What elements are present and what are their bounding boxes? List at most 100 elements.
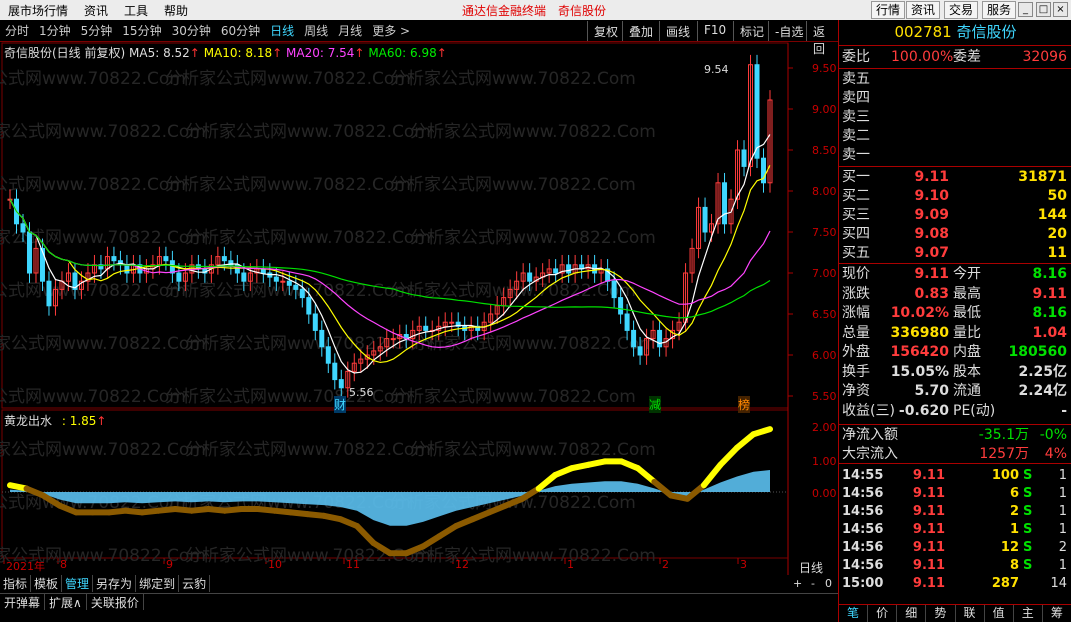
stat-value: 336980	[890, 324, 949, 341]
stat-value: 180560	[1008, 344, 1067, 360]
indicator-line	[717, 444, 740, 468]
app-window: 展市场行情 资讯 工具 帮助 通达信金融终端 奇信股份 行情 资讯 交易 服务 _…	[0, 0, 1071, 622]
candle-body	[293, 284, 299, 290]
tab-save-as[interactable]: 另存为	[93, 575, 137, 592]
buy-volume: 144	[1037, 207, 1067, 223]
y-tick: 9.00	[812, 103, 837, 116]
tab-bind[interactable]: 绑定到	[136, 575, 180, 592]
y-tick: 5.50	[812, 390, 837, 403]
y-tick: 7.50	[812, 226, 837, 239]
service-button[interactable]: 服务	[982, 1, 1017, 19]
tab-manage[interactable]: 管理	[62, 575, 94, 592]
tab-extend[interactable]: 扩展∧	[45, 594, 87, 610]
watermark-text: 分析家公式网www.70822.Com	[390, 69, 636, 89]
tab-cloud[interactable]: 云豹	[179, 575, 211, 592]
candle-body	[624, 313, 630, 331]
candle-body	[423, 325, 429, 331]
maximize-icon[interactable]: □	[1036, 2, 1051, 17]
quote-tab[interactable]: 笔	[839, 605, 869, 622]
chart-title: 奇信股份(日线 前复权)	[4, 46, 126, 60]
stock-title: 奇信股份	[558, 4, 607, 18]
trade-button[interactable]: 交易	[944, 1, 979, 19]
flow-pct: 4%	[1044, 446, 1067, 462]
tick-volume: 6	[1009, 486, 1019, 501]
flow-label: 净流入额	[842, 427, 898, 443]
quote-panel: 002781 奇信股份 委比 100.00% 委差 32096 卖五 卖四 卖三 卖二…	[838, 20, 1071, 622]
candle-body	[221, 256, 227, 262]
ma20-line	[9, 198, 771, 349]
quote-tab[interactable]: 筹	[1043, 605, 1071, 622]
stat-value: 156420	[890, 344, 949, 360]
watermark-text: 分析家公式网www.70822.Com	[0, 69, 186, 89]
menu-help[interactable]: 帮助	[156, 2, 196, 19]
event-marker-reduce[interactable]: 减	[649, 396, 662, 413]
event-marker-finance[interactable]: 财	[334, 396, 347, 413]
stat-row: 换手 15.05% 股本 2.25亿	[839, 363, 1071, 382]
tick-volume: 8	[1009, 558, 1019, 573]
buy-label: 买二	[842, 188, 870, 204]
menu-tools[interactable]: 工具	[116, 2, 156, 19]
candle-body	[26, 231, 32, 274]
sell-row: 卖四	[839, 89, 1071, 108]
tick-volume: 1	[1009, 522, 1019, 537]
tick-time: 15:00	[842, 576, 884, 591]
quote-tab[interactable]: 势	[926, 605, 956, 622]
stat-value: 1.04	[1032, 324, 1067, 341]
news-button[interactable]: 资讯	[906, 1, 941, 19]
menu-news[interactable]: 资讯	[76, 2, 116, 19]
period-label: 日线	[799, 561, 824, 575]
stat-label: 内盘	[953, 344, 981, 360]
tab-related-quote[interactable]: 关联报价	[87, 594, 144, 610]
close-icon[interactable]: ×	[1053, 2, 1068, 17]
candle-body	[702, 206, 708, 233]
sell-row: 卖二	[839, 127, 1071, 146]
tab-indicator[interactable]: 指标	[0, 575, 32, 592]
stat-row: 现价 9.11 今开 8.16	[839, 265, 1071, 284]
x-tick: 3	[740, 558, 747, 571]
ind-y-tick: 0.00	[812, 487, 837, 500]
menu-market[interactable]: 展市场行情	[0, 2, 76, 19]
tab-template[interactable]: 模板	[31, 575, 63, 592]
stat-label: 量比	[953, 324, 981, 341]
quote-tab[interactable]: 主	[1014, 605, 1043, 622]
watermark-text: 分析家公式网www.70822.Com	[410, 440, 656, 460]
quote-tab[interactable]: 价	[868, 605, 898, 622]
indicator-name: 黄龙出水	[4, 414, 53, 428]
watermark-text: 分析家公式网www.70822.Com	[410, 546, 656, 566]
candle-body	[299, 288, 305, 299]
stat-label: 现价	[842, 266, 870, 282]
stat-label: 收益(三)	[842, 402, 895, 419]
tick-time: 14:56	[842, 522, 884, 537]
tick-side: S	[1023, 540, 1033, 555]
quote-tab[interactable]: 联	[956, 605, 985, 622]
watermark-text: 分析家公式网www.70822.Com	[410, 334, 656, 354]
ind-y-tick: 1.00	[812, 455, 837, 468]
tick-row: 14:56 9.11 8 S 1	[839, 556, 1071, 575]
quote-button[interactable]: 行情	[871, 1, 906, 19]
minimize-icon[interactable]: _	[1018, 2, 1033, 17]
stat-row: 涨幅 10.02% 最低 8.16	[839, 304, 1071, 323]
flow-pct: -0%	[1039, 427, 1067, 443]
indicator-line	[750, 426, 773, 438]
candle-body	[111, 256, 117, 262]
stat-label: 总量	[842, 324, 870, 341]
quote-tab[interactable]: 值	[985, 605, 1014, 622]
sell-label: 卖五	[842, 71, 870, 87]
ma20-label: MA20: 7.54	[286, 46, 355, 60]
watermark-text: 分析家公式网www.70822.Com	[0, 175, 186, 195]
chart-area[interactable]: 分析家公式网www.70822.Com分析家公式网www.70822.Com分析…	[0, 20, 838, 575]
buy-row: 买三 9.09 144	[839, 206, 1071, 225]
stat-label: PE(动)	[953, 402, 996, 419]
tab-danmaku[interactable]: 开弹幕	[0, 594, 46, 610]
candle-body	[527, 272, 533, 282]
candle-body	[338, 379, 344, 389]
tick-time: 14:56	[842, 486, 884, 501]
ma5-label: MA5: 8.52	[129, 46, 190, 60]
stat-row: 收益(三) -0.620 PE(动) -	[839, 402, 1071, 421]
event-marker-list[interactable]: 榜	[738, 396, 751, 413]
stat-label: 股本	[953, 363, 981, 380]
watermark-text: 分析家公式网www.70822.Com	[185, 334, 431, 354]
tick-side: S	[1023, 486, 1033, 501]
quote-tab[interactable]: 细	[897, 605, 927, 622]
indicator-line	[733, 431, 757, 451]
